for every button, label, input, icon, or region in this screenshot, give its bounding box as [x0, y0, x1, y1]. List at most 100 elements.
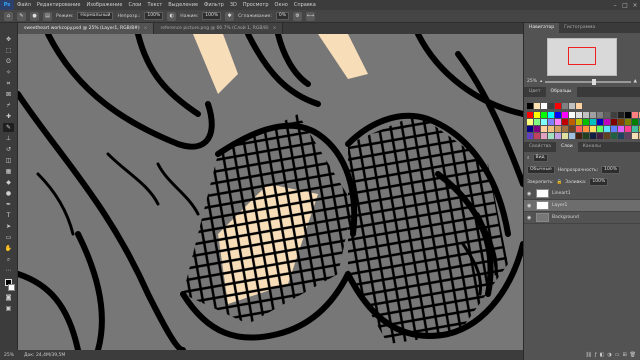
- crop-tool-icon[interactable]: ⌗: [3, 79, 14, 88]
- symmetry-icon[interactable]: ⟷: [305, 11, 315, 21]
- color-swatch[interactable]: [611, 133, 617, 139]
- color-swatch[interactable]: [562, 119, 568, 125]
- frame-tool-icon[interactable]: ⊠: [3, 90, 14, 99]
- color-swatch[interactable]: [555, 112, 561, 118]
- smoothing-field[interactable]: 0%: [275, 12, 289, 20]
- color-swatch[interactable]: [604, 119, 610, 125]
- color-swatch[interactable]: [604, 133, 610, 139]
- zoom-slider[interactable]: [545, 78, 631, 85]
- pressure-opacity-icon[interactable]: ◐: [167, 11, 177, 21]
- color-swatch[interactable]: [625, 119, 631, 125]
- new-layer-icon[interactable]: ⊞: [622, 352, 626, 358]
- color-swatch[interactable]: [548, 126, 554, 132]
- color-swatch[interactable]: [604, 126, 610, 132]
- menu-filter[interactable]: Фильтр: [201, 2, 227, 8]
- color-swatch[interactable]: [541, 133, 547, 139]
- trash-icon[interactable]: 🗑: [630, 352, 636, 358]
- recent-swatch[interactable]: [562, 103, 568, 109]
- color-swatch[interactable]: [583, 119, 589, 125]
- type-tool-icon[interactable]: T: [3, 211, 14, 220]
- color-swatch[interactable]: [590, 133, 596, 139]
- color-swatch[interactable]: [611, 112, 617, 118]
- zoom-out-icon[interactable]: ▴: [540, 79, 542, 84]
- healing-tool-icon[interactable]: ✚: [3, 112, 14, 121]
- color-swatch[interactable]: [611, 119, 617, 125]
- close-icon[interactable]: ×: [144, 26, 148, 31]
- color-swatch[interactable]: [527, 126, 533, 132]
- flow-field[interactable]: 100%: [202, 12, 222, 20]
- mask-icon[interactable]: ◧: [600, 352, 605, 358]
- color-swatch[interactable]: [548, 133, 554, 139]
- color-swatch[interactable]: [590, 126, 596, 132]
- tab-swatches[interactable]: Образцы: [545, 87, 577, 97]
- eraser-tool-icon[interactable]: ◫: [3, 156, 14, 165]
- brush-tool-icon[interactable]: ✎: [3, 123, 14, 132]
- menu-3d[interactable]: 3D: [227, 2, 240, 8]
- recent-swatch[interactable]: [534, 103, 540, 109]
- color-swatch[interactable]: [576, 112, 582, 118]
- color-swatch[interactable]: [618, 119, 624, 125]
- color-swatch[interactable]: [632, 133, 638, 139]
- recent-swatch[interactable]: [555, 103, 561, 109]
- adjustment-icon[interactable]: ◑: [607, 352, 611, 358]
- eyedropper-tool-icon[interactable]: ⌿: [3, 101, 14, 110]
- color-swatch[interactable]: [527, 133, 533, 139]
- move-tool-icon[interactable]: ✥: [3, 35, 14, 44]
- color-swatch[interactable]: [597, 112, 603, 118]
- recent-swatch[interactable]: [576, 103, 582, 109]
- recent-swatch[interactable]: [569, 103, 575, 109]
- tab-channels[interactable]: Каналы: [578, 142, 606, 152]
- color-swatch[interactable]: [618, 126, 624, 132]
- recent-swatch[interactable]: [527, 103, 533, 109]
- airbrush-icon[interactable]: ✱: [225, 11, 235, 21]
- recent-swatch[interactable]: [541, 103, 547, 109]
- marquee-tool-icon[interactable]: ⬚: [3, 46, 14, 55]
- gear-icon[interactable]: ⚙: [292, 11, 302, 21]
- home-icon[interactable]: ⌂: [4, 11, 13, 21]
- menu-window[interactable]: Окно: [272, 2, 291, 8]
- brush-preset-icon[interactable]: ●: [30, 11, 39, 21]
- color-swatch[interactable]: [555, 126, 561, 132]
- eye-icon[interactable]: ◉: [527, 191, 533, 197]
- tab-properties[interactable]: Свойства: [524, 142, 556, 152]
- eye-icon[interactable]: ◉: [527, 203, 533, 209]
- clone-stamp-tool-icon[interactable]: ⊥: [3, 134, 14, 143]
- color-swatch[interactable]: [555, 119, 561, 125]
- navigator-view-box[interactable]: [568, 47, 596, 65]
- color-swatch[interactable]: [569, 126, 575, 132]
- color-swatch[interactable]: [534, 112, 540, 118]
- brush-settings-icon[interactable]: ▤: [43, 11, 52, 21]
- brush-tool-icon[interactable]: ✎: [17, 11, 26, 21]
- link-icon[interactable]: ⛓: [585, 352, 591, 358]
- quick-select-tool-icon[interactable]: ✧: [3, 68, 14, 77]
- color-swatch[interactable]: [534, 126, 540, 132]
- color-swatch[interactable]: [541, 126, 547, 132]
- menu-image[interactable]: Изображение: [83, 2, 125, 8]
- color-swatch[interactable]: [611, 126, 617, 132]
- recent-swatch[interactable]: [548, 103, 554, 109]
- color-swatch[interactable]: [541, 119, 547, 125]
- lasso-tool-icon[interactable]: ʘ: [3, 57, 14, 66]
- blur-tool-icon[interactable]: ◆: [3, 178, 14, 187]
- hand-tool-icon[interactable]: ✋: [3, 244, 14, 253]
- history-brush-tool-icon[interactable]: ↺: [3, 145, 14, 154]
- layer-kind-select[interactable]: Вид: [532, 154, 548, 162]
- color-swatch[interactable]: [625, 133, 631, 139]
- background-color-swatch[interactable]: [8, 284, 15, 291]
- color-swatch[interactable]: [562, 126, 568, 132]
- menu-help[interactable]: Справка: [291, 2, 319, 8]
- shape-tool-icon[interactable]: ▭: [3, 233, 14, 242]
- mode-select[interactable]: Нормальный: [77, 12, 114, 20]
- color-swatch[interactable]: [576, 119, 582, 125]
- color-swatch[interactable]: [590, 112, 596, 118]
- screen-mode-icon[interactable]: ▣: [3, 304, 14, 313]
- layer-row[interactable]: ◉ Layer1: [524, 200, 640, 212]
- menu-layers[interactable]: Слои: [125, 2, 144, 8]
- layer-row[interactable]: ◉ Lineart1: [524, 188, 640, 200]
- zoom-slider-knob[interactable]: [592, 78, 597, 85]
- color-swatch[interactable]: [618, 112, 624, 118]
- color-swatch[interactable]: [534, 119, 540, 125]
- quick-mask-icon[interactable]: ◙: [3, 293, 14, 302]
- tab-layers[interactable]: Слои: [555, 142, 578, 152]
- color-swatch[interactable]: [548, 119, 554, 125]
